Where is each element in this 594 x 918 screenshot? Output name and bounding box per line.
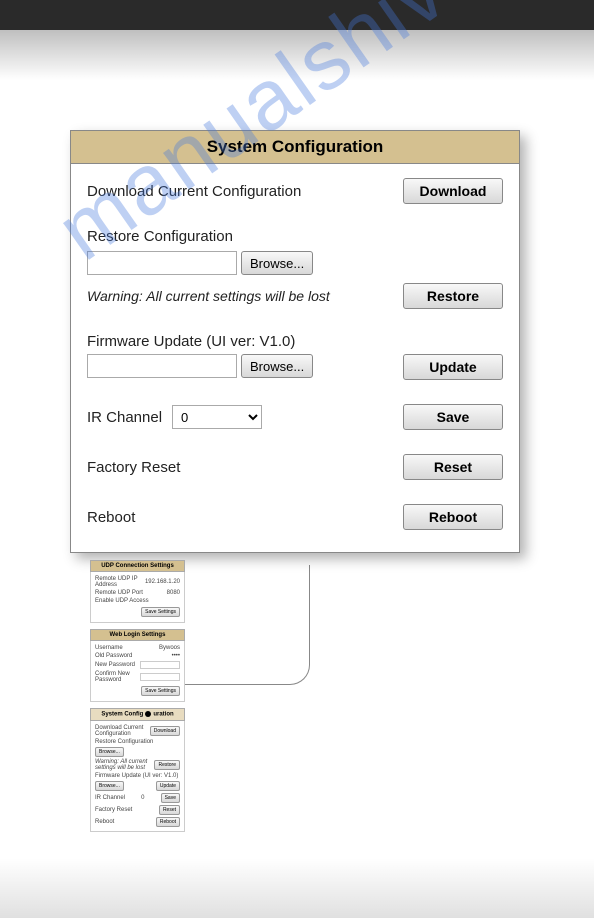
download-config-label: Download Current Configuration [87, 183, 301, 200]
factory-reset-label: Factory Reset [87, 459, 180, 476]
thumb-sys-update-button[interactable]: Update [156, 781, 180, 791]
ir-channel-select[interactable]: 0 [172, 405, 262, 429]
ir-channel-label: IR Channel [87, 409, 162, 426]
thumb-udp-enable-label: Enable UDP Access [95, 598, 149, 604]
restore-browse-button[interactable]: Browse... [241, 251, 313, 275]
thumb-sys-reboot-label: Reboot [95, 819, 114, 825]
thumb-web-oldpw-label: Old Password [95, 653, 132, 659]
thumb-sys-ir-value: 0 [141, 795, 144, 801]
thumb-sys-header: System Config uration [90, 708, 185, 721]
thumb-web-header: Web Login Settings [90, 629, 185, 641]
thumb-sys-factory-label: Factory Reset [95, 807, 132, 813]
firmware-update-label: Firmware Update (UI ver: V1.0) [87, 333, 503, 350]
thumb-sys-restore-browse[interactable]: Browse... [95, 747, 124, 757]
restore-file-input[interactable] [87, 251, 237, 275]
thumb-sys-reset-button[interactable]: Reset [159, 805, 180, 815]
thumb-udp-ip-value: 192.168.1.20 [145, 579, 180, 585]
bottom-shadow [0, 858, 594, 918]
thumb-web-confirmpw-label: Confirm New Password [95, 671, 140, 683]
thumb-sys-save-button[interactable]: Save [161, 793, 180, 803]
thumb-sys-restore-button[interactable]: Restore [154, 760, 180, 770]
thumb-udp-ip-label: Remote UDP IP Address [95, 576, 145, 588]
thumb-web-save-button[interactable]: Save Settings [141, 686, 180, 696]
thumb-web-confirmpw-input[interactable] [140, 673, 180, 681]
reboot-label: Reboot [87, 509, 135, 526]
reboot-button[interactable]: Reboot [403, 504, 503, 530]
update-button[interactable]: Update [403, 354, 503, 380]
top-shadow [0, 30, 594, 80]
thumb-udp-save-button[interactable]: Save Settings [141, 607, 180, 617]
thumbnail-panel: UDP Connection Settings Remote UDP IP Ad… [90, 560, 310, 832]
thumb-web-newpw-input[interactable] [140, 661, 180, 669]
download-button[interactable]: Download [403, 178, 503, 204]
thumb-sys-download-button[interactable]: Download [150, 726, 180, 736]
top-bar [0, 0, 594, 30]
save-button[interactable]: Save [403, 404, 503, 430]
thumb-sys-reboot-button[interactable]: Reboot [156, 817, 180, 827]
thumb-sys-warning: Warning: All current settings will be lo… [95, 759, 154, 771]
thumb-udp-port-label: Remote UDP Port [95, 590, 143, 596]
thumb-web-oldpw-value: •••• [172, 653, 180, 659]
thumb-web-newpw-label: New Password [95, 662, 135, 668]
thumb-sys-title-b: uration [153, 712, 173, 718]
thumb-sys-title-a: System Config [101, 712, 143, 718]
thumb-sys-firmware-browse[interactable]: Browse... [95, 781, 124, 791]
thumb-sys-download-label: Download Current Configuration [95, 725, 150, 737]
thumb-web-user-value: Bywoos [159, 645, 180, 651]
restore-config-label: Restore Configuration [87, 228, 503, 245]
thumb-udp-header: UDP Connection Settings [90, 560, 185, 572]
thumb-sys-firmware-label: Firmware Update (UI ver: V1.0) [95, 773, 178, 779]
reset-button[interactable]: Reset [403, 454, 503, 480]
restore-button[interactable]: Restore [403, 283, 503, 309]
thumb-sys-ir-label: IR Channel [95, 795, 125, 801]
system-config-panel: System Configuration Download Current Co… [70, 130, 520, 553]
firmware-browse-button[interactable]: Browse... [241, 354, 313, 378]
restore-warning-text: Warning: All current settings will be lo… [87, 288, 330, 304]
thumb-web-user-label: Username [95, 645, 123, 651]
thumb-sys-restore-label: Restore Configuration [95, 739, 153, 745]
thumb-callout-dot-icon [145, 711, 151, 717]
panel-title: System Configuration [71, 131, 519, 164]
firmware-file-input[interactable] [87, 354, 237, 378]
thumb-udp-port-value: 8080 [167, 590, 180, 596]
